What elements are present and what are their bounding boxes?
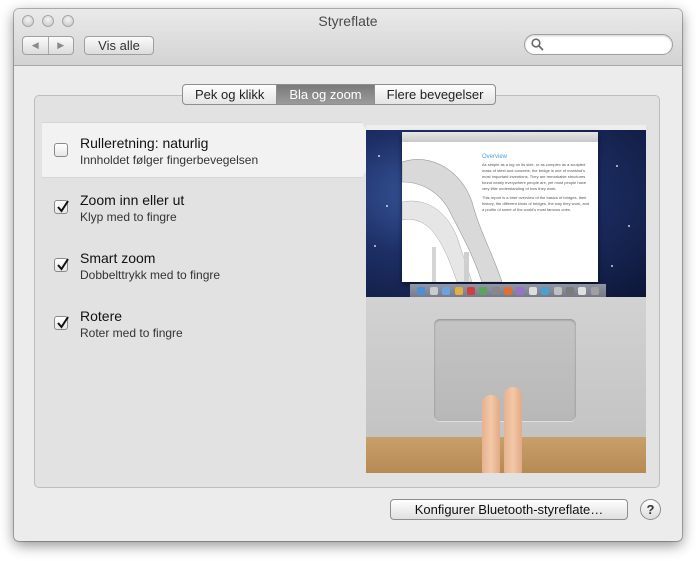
preview-menubar (366, 125, 646, 130)
checkmark-icon (57, 258, 69, 271)
option-title: Rulleretning: naturlig (80, 135, 209, 151)
option-smart-zoom[interactable]: Smart zoom Dobbelttrykk med to fingre (42, 238, 362, 294)
option-subtitle: Roter med to fingre (80, 326, 183, 340)
forward-button[interactable]: ▶ (47, 37, 74, 54)
smart-zoom-checkbox[interactable] (54, 258, 69, 272)
preview-window-titlebar (402, 132, 598, 142)
toolbar: Styreflate ◀ ▶ Vis alle (14, 9, 682, 66)
window-title: Styreflate (318, 13, 378, 29)
option-rotate[interactable]: Rotere Roter med to fingre (42, 296, 362, 352)
magnifier-icon (531, 38, 544, 51)
option-subtitle: Dobbelttrykk med to fingre (80, 268, 221, 282)
option-title: Smart zoom (80, 250, 156, 266)
search-field[interactable] (524, 34, 673, 55)
scroll-direction-checkbox[interactable] (54, 143, 68, 157)
finger-right (504, 387, 522, 473)
tab-more-gestures[interactable]: Flere bevegelser (373, 85, 496, 104)
checkmark-icon (57, 316, 69, 329)
gesture-preview-video: Overview As simple as a log on its side,… (366, 125, 646, 473)
preview-trackpad-area (366, 297, 646, 473)
back-button[interactable]: ◀ (23, 37, 48, 54)
doc-paragraph: As simple as a log on its side, or as co… (482, 162, 587, 191)
zoom-checkbox[interactable] (54, 200, 69, 214)
show-all-button[interactable]: Vis alle (84, 36, 154, 55)
tab-bar: Pek og klikk Bla og zoom Flere bevegelse… (182, 84, 497, 105)
rotate-checkbox[interactable] (54, 316, 69, 330)
preview-desktop: Overview As simple as a log on its side,… (366, 125, 646, 297)
preview-document-window: Overview As simple as a log on its side,… (402, 132, 598, 282)
tab-point-and-click[interactable]: Pek og klikk (183, 85, 276, 104)
preview-document-text: Overview As simple as a log on its side,… (482, 154, 592, 213)
checkmark-icon (57, 200, 69, 213)
doc-paragraph: This report is a brief overview of the b… (482, 195, 590, 212)
option-title: Rotere (80, 308, 123, 324)
preferences-window: Styreflate ◀ ▶ Vis alle Pek og klikk Bla… (14, 9, 682, 541)
doc-heading: Overview (482, 154, 508, 160)
finger-left (482, 395, 500, 473)
option-subtitle: Klyp med to fingre (80, 210, 177, 224)
preview-dock (410, 284, 606, 297)
option-scroll-direction[interactable]: Rulleretning: naturlig Innholdet følger … (42, 122, 376, 178)
tab-scroll-and-zoom[interactable]: Bla og zoom (276, 85, 374, 104)
option-title: Zoom inn eller ut (80, 192, 185, 208)
back-arrow-icon: ◀ (31, 40, 39, 50)
configure-bluetooth-trackpad-button[interactable]: Konfigurer Bluetooth-styreflate… (390, 499, 628, 520)
search-input[interactable] (547, 37, 665, 52)
nav-buttons: ◀ ▶ (22, 36, 74, 55)
help-button[interactable]: ? (640, 499, 661, 520)
option-zoom[interactable]: Zoom inn eller ut Klyp med to fingre (42, 180, 362, 236)
option-subtitle: Innholdet følger fingerbevegelsen (80, 153, 259, 167)
forward-arrow-icon: ▶ (57, 40, 65, 50)
